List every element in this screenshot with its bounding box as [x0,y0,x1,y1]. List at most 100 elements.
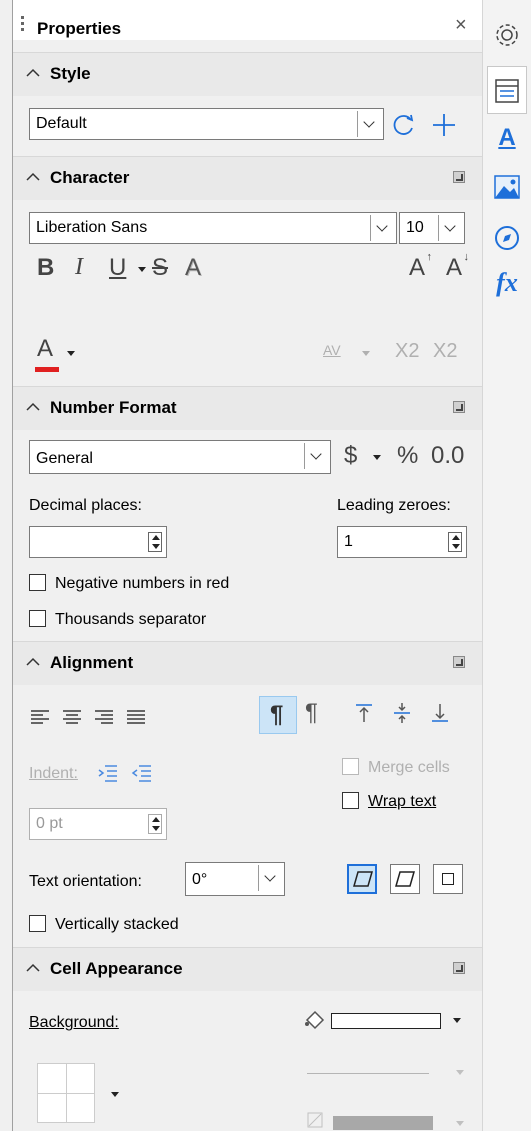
thousands-separator-label: Thousands separator [55,611,207,628]
currency-button[interactable]: $ [344,442,357,470]
increase-indent-icon[interactable] [97,763,119,783]
leading-zeroes-input[interactable]: 1 [337,526,467,558]
percent-button[interactable]: % [397,442,418,470]
cell-border-button[interactable] [37,1063,95,1123]
chevron-up-icon [26,657,40,666]
decrease-indent-icon[interactable] [131,763,153,783]
font-color-dropdown-icon[interactable] [67,351,75,356]
spin-buttons[interactable] [148,814,162,834]
font-size-select[interactable]: 10 [399,212,465,244]
navigator-icon[interactable] [492,223,522,253]
update-style-icon[interactable] [391,112,417,138]
underline-dropdown-icon[interactable] [138,267,146,272]
arrow-down-icon: ↓ [463,251,470,263]
text-orientation-select[interactable]: 0° [185,862,285,896]
shadow-button[interactable]: A [185,254,201,282]
section-title: Alignment [50,653,134,672]
thousands-separator-checkbox[interactable] [29,610,46,627]
align-bottom-icon[interactable] [429,702,451,724]
font-color-label: A [36,335,53,362]
underline-button[interactable]: U [109,254,126,282]
section-title: Character [50,168,130,187]
more-options-icon[interactable] [453,656,465,668]
chevron-down-icon[interactable] [357,111,381,137]
vertically-stacked-label: Vertically stacked [55,916,179,933]
section-alignment-header[interactable]: Alignment [13,641,483,685]
section-number-format-header[interactable]: Number Format [13,386,483,430]
tab-properties[interactable] [487,66,527,114]
strikethrough-button[interactable]: S [152,254,168,282]
shrink-font-button[interactable]: A ↓ [446,251,469,282]
chevron-up-icon [26,68,40,77]
subscript-button[interactable]: X2 [433,340,457,363]
indent-input[interactable]: 0 pt [29,808,167,840]
line-color-swatch[interactable] [333,1116,433,1130]
chevron-down-icon[interactable] [258,865,282,891]
align-middle-icon[interactable] [391,702,413,724]
shrink-font-label: A [446,254,463,281]
line-color-dropdown-icon[interactable] [456,1121,464,1126]
leading-zeroes-label: Leading zeroes: [337,497,451,514]
functions-icon[interactable]: fx [492,268,522,298]
section-title: Style [50,64,91,83]
section-cell-appearance-header[interactable]: Cell Appearance [13,947,483,991]
gear-icon[interactable] [492,20,522,50]
decimal-button[interactable]: 0.0 [431,442,464,470]
vertically-stacked-checkbox[interactable] [29,915,46,932]
chevron-down-icon[interactable] [438,215,462,241]
line-style-dropdown-icon[interactable] [456,1070,464,1075]
chevron-down-icon[interactable] [304,443,328,469]
font-color-button[interactable]: A [35,335,59,372]
wrap-text-checkbox[interactable] [342,792,359,809]
merge-cells-checkbox[interactable] [342,758,359,775]
orient-normal-button[interactable] [347,864,377,894]
background-color-swatch[interactable] [331,1013,441,1029]
align-left-icon[interactable] [31,710,49,724]
section-style-header[interactable]: Style [13,52,483,96]
line-color-icon[interactable] [307,1112,323,1128]
style-select[interactable]: Default [29,108,384,140]
font-name-select[interactable]: Liberation Sans [29,212,397,244]
number-format-select[interactable]: General [29,440,331,474]
decimal-places-input[interactable] [29,526,167,558]
new-style-icon[interactable] [431,112,457,138]
more-options-icon[interactable] [453,962,465,974]
spin-buttons[interactable] [148,532,162,552]
bold-button[interactable]: B [37,254,54,282]
styles-icon[interactable]: A [492,124,522,154]
more-options-icon[interactable] [453,401,465,413]
grow-font-button[interactable]: A ↑ [409,251,432,282]
align-justify-icon[interactable] [127,710,145,724]
chevron-down-icon[interactable] [370,215,394,241]
orient-stacked-button[interactable] [390,864,420,894]
align-center-icon[interactable] [63,710,81,724]
cell-border-dropdown-icon[interactable] [111,1092,119,1097]
ltr-paragraph-button[interactable]: ¶ [259,696,297,734]
text-orientation-value: 0° [192,871,208,888]
background-label: Background: [29,1014,119,1031]
section-character-header[interactable]: Character [13,156,483,200]
currency-dropdown-icon[interactable] [373,455,381,460]
grip-handle[interactable] [21,16,24,36]
indent-label: Indent: [29,765,78,782]
pilcrow-icon: ¶ [270,701,284,728]
spin-buttons[interactable] [448,532,462,552]
negative-red-checkbox[interactable] [29,574,46,591]
text-orientation-label: Text orientation: [29,873,142,890]
panel-title: Properties [37,19,122,38]
rtl-paragraph-icon[interactable]: ¶ [305,699,318,727]
style-select-value: Default [36,115,87,132]
italic-button[interactable]: I [75,254,83,281]
superscript-button[interactable]: X2 [395,340,419,363]
orient-rect-button[interactable] [433,864,463,894]
background-dropdown-icon[interactable] [453,1018,461,1023]
close-icon[interactable]: × [455,14,467,37]
number-format-value: General [36,450,93,467]
character-spacing-button[interactable]: AV [323,342,341,358]
line-style-preview[interactable] [307,1073,429,1074]
align-top-icon[interactable] [353,702,375,724]
spacing-dropdown-icon[interactable] [362,351,370,356]
align-right-icon[interactable] [95,710,113,724]
more-options-icon[interactable] [453,171,465,183]
gallery-icon[interactable] [492,172,522,202]
